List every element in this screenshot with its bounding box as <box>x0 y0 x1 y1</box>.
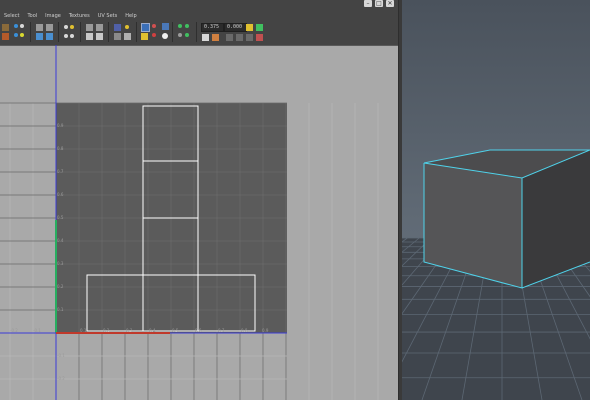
texture-icon[interactable] <box>114 24 121 31</box>
layout-icon[interactable] <box>96 33 103 40</box>
dim-icon[interactable] <box>124 33 131 40</box>
move-icon[interactable] <box>2 33 9 40</box>
v-axis-label: 0.4 <box>57 238 64 243</box>
snap-icon[interactable] <box>70 34 74 38</box>
v-axis-label: -0.2 <box>57 376 65 381</box>
u-axis-label: 0.1 <box>80 328 87 333</box>
snap-icon[interactable] <box>64 25 68 29</box>
u-axis-label: 0.8 <box>241 328 248 333</box>
flip-icon[interactable] <box>20 33 24 37</box>
uv-shell-icon[interactable] <box>14 33 18 37</box>
grid-icon[interactable] <box>46 24 53 31</box>
close-button[interactable]: ✕ <box>386 0 394 7</box>
delete-icon[interactable] <box>226 34 233 41</box>
snap-icon[interactable] <box>64 34 68 38</box>
u-value-field[interactable]: 0.375 <box>201 23 224 32</box>
distortion-icon[interactable] <box>152 33 156 37</box>
toolbar-separator <box>30 22 31 42</box>
checker-icon[interactable] <box>141 23 150 32</box>
v-axis-label: 0.3 <box>57 261 64 266</box>
v-axis-label: 0.2 <box>57 284 64 289</box>
u-axis-label: 0.2 <box>103 328 110 333</box>
shade-icon[interactable] <box>152 24 156 28</box>
minimize-button[interactable]: – <box>364 0 372 7</box>
uv-toolbar: 0.375 0.000 <box>0 20 398 44</box>
delete-icon[interactable] <box>236 34 243 41</box>
viewport-canvas[interactable] <box>402 0 590 400</box>
v-axis-label: -0.1 <box>57 353 65 358</box>
v-axis-label: 0.8 <box>57 146 64 151</box>
grid-icon[interactable] <box>36 24 43 31</box>
copy-icon[interactable] <box>202 34 209 41</box>
settings-icon[interactable] <box>185 33 189 37</box>
v-axis-label: 0.9 <box>57 123 64 128</box>
unfold-icon[interactable] <box>86 33 93 40</box>
toolbar-separator <box>58 22 59 42</box>
uv-grid-canvas[interactable]: 0.9 0.8 0.7 0.6 0.5 0.4 0.3 0.2 0.1 -0.2… <box>0 45 398 400</box>
v-axis-label: 0.6 <box>57 192 64 197</box>
u-axis-label: -0.1 <box>33 328 41 333</box>
u-axis-label: 0.3 <box>126 328 133 333</box>
scale-icon[interactable] <box>20 24 24 28</box>
snap-icon[interactable] <box>70 25 74 29</box>
light-icon[interactable] <box>125 25 129 29</box>
image-icon[interactable] <box>114 33 121 40</box>
u-axis-label: 0.4 <box>149 328 156 333</box>
arrow-icon[interactable] <box>246 24 253 31</box>
toolbar-separator <box>196 22 197 42</box>
sew-icon[interactable] <box>96 24 103 31</box>
wireframe-icon[interactable] <box>162 23 169 30</box>
toolbar-separator <box>80 22 81 42</box>
cycle-icon[interactable] <box>256 34 263 41</box>
uv-editor-window: – □ ✕ Select Tool Image Textures UV Sets… <box>0 0 402 400</box>
u-axis-label: 0.9 <box>262 328 269 333</box>
v-axis-label: 0.5 <box>57 215 64 220</box>
rotate-icon[interactable] <box>14 24 18 28</box>
refresh-icon[interactable] <box>178 24 182 28</box>
v-axis-label: 0.7 <box>57 169 64 174</box>
select-icon[interactable] <box>2 24 9 31</box>
arrow-icon[interactable] <box>256 24 263 31</box>
v-value-field[interactable]: 0.000 <box>224 23 247 32</box>
maximize-button[interactable]: □ <box>375 0 383 7</box>
toolbar-separator <box>136 22 137 42</box>
u-axis-label: 0.6 <box>195 328 202 333</box>
window-controls: – □ ✕ <box>364 0 394 8</box>
toolbar-separator <box>108 22 109 42</box>
align-icon[interactable] <box>36 33 43 40</box>
v-axis-label: 0.1 <box>57 307 64 312</box>
u-axis-label: -0.2 <box>10 328 18 333</box>
refresh-icon[interactable] <box>185 24 189 28</box>
settings-icon[interactable] <box>178 33 182 37</box>
paste-icon[interactable] <box>212 34 219 41</box>
u-axis-label: 0.7 <box>218 328 225 333</box>
toolbar-separator <box>172 22 173 42</box>
pin-icon[interactable] <box>141 33 148 40</box>
cut-icon[interactable] <box>86 24 93 31</box>
align-icon[interactable] <box>46 33 53 40</box>
ball-icon[interactable] <box>162 33 168 39</box>
u-axis-label: 0.5 <box>172 328 179 333</box>
delete-icon[interactable] <box>246 34 253 41</box>
